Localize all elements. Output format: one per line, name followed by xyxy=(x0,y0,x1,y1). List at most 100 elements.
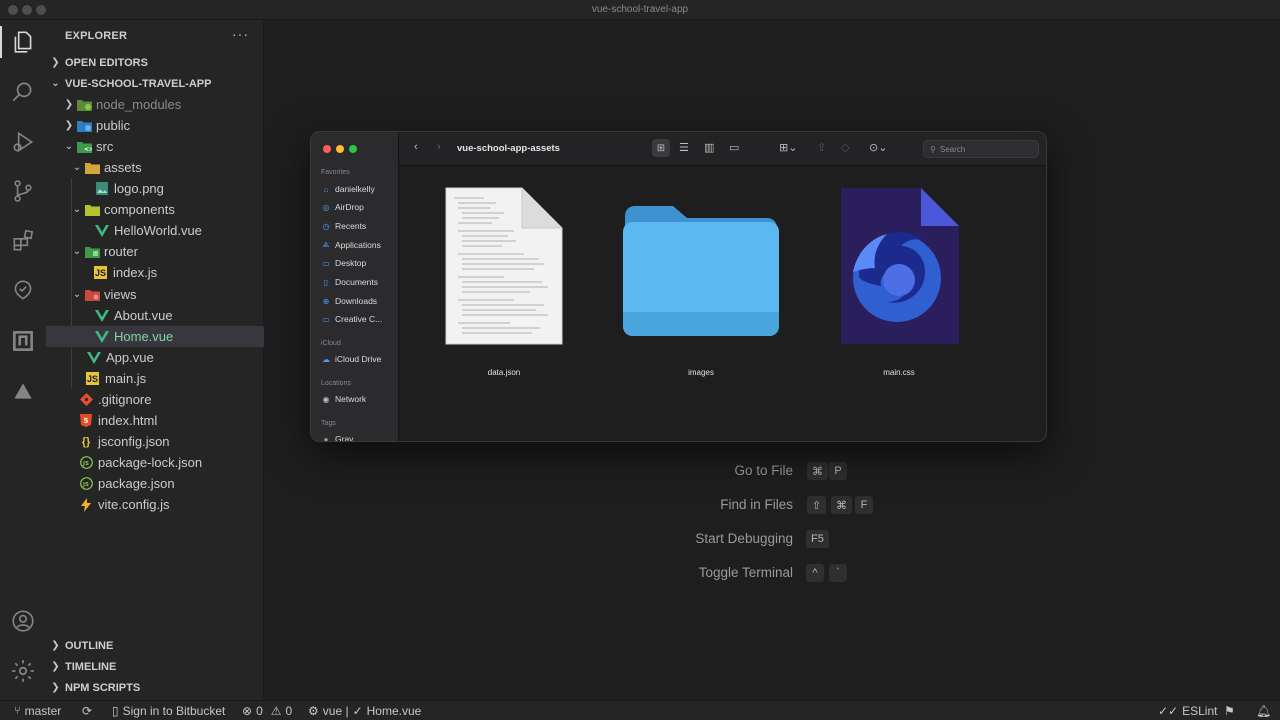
bitbucket-sign-in[interactable]: ▯ Sign in to Bitbucket xyxy=(112,704,225,718)
tree-item-components[interactable]: ⌄ components xyxy=(46,199,264,220)
finder-zoom-button[interactable] xyxy=(349,145,357,153)
timeline-section[interactable]: ❯ TIMELINE xyxy=(46,656,264,677)
tree-item-src[interactable]: ⌄ <> src xyxy=(46,136,264,157)
notifications-bell-icon[interactable]: 🔔︎ xyxy=(1256,704,1271,718)
run-debug-icon[interactable] xyxy=(0,122,46,162)
gallery-view-icon[interactable]: ▭ xyxy=(729,141,739,154)
eslint-indicator[interactable]: ✓✓ ESLint xyxy=(1158,704,1217,718)
column-view-icon[interactable]: ▥ xyxy=(704,141,714,154)
forward-chevron-icon[interactable]: › xyxy=(437,141,441,153)
vue-language-indicator[interactable]: ⚙ vue | ✓ Home.vue xyxy=(308,704,421,718)
tag-icon[interactable]: ◇ xyxy=(841,141,849,154)
npm-icon: JS xyxy=(78,476,94,492)
shortcut-key: ^ xyxy=(806,564,824,582)
chevron-down-icon: ⌄ xyxy=(51,78,60,89)
check-icon: ✓ xyxy=(352,704,363,718)
settings-gear-icon[interactable] xyxy=(0,651,46,691)
share-icon[interactable]: ⇪ xyxy=(817,141,826,154)
more-actions-icon[interactable]: ··· xyxy=(232,26,249,42)
folder-images[interactable] xyxy=(621,202,781,341)
tree-item-home-vue[interactable]: Home.vue xyxy=(46,326,264,347)
shortcut-key: ⇧ xyxy=(807,496,827,514)
tree-item-index-html[interactable]: 5 index.html xyxy=(46,410,264,431)
shortcut-start-debugging[interactable]: Start Debugging xyxy=(600,527,793,549)
finder-sidebar-tag-gray[interactable]: ● Gray xyxy=(321,431,397,441)
icon-view-icon[interactable]: ⊞ xyxy=(652,139,670,157)
tree-item-views[interactable]: ⌄ views xyxy=(46,284,264,305)
finder-sidebar-creative-cloud[interactable]: ▭ Creative C... xyxy=(321,311,397,327)
tree-item-public[interactable]: ❯ public xyxy=(46,115,264,136)
chevron-right-icon: ❯ xyxy=(51,661,60,672)
testing-icon[interactable] xyxy=(0,271,46,311)
shortcut-toggle-terminal[interactable]: Toggle Terminal xyxy=(600,561,793,583)
finder-sidebar-network[interactable]: ◉ Network xyxy=(321,391,397,407)
tree-item-router[interactable]: ⌄ router xyxy=(46,241,264,262)
svg-text:JS: JS xyxy=(82,482,89,488)
shortcut-go-to-file[interactable]: Go to File xyxy=(600,459,793,481)
tree-item-package-json[interactable]: JS package.json xyxy=(46,473,264,494)
file-name-label: main.css xyxy=(883,368,915,377)
remote-explorer-icon[interactable] xyxy=(0,321,46,361)
firefox-css-document-icon xyxy=(841,188,959,344)
tree-item-app-vue[interactable]: App.vue xyxy=(46,347,264,368)
svg-text:<>: <> xyxy=(84,146,92,153)
back-chevron-icon[interactable]: ‹ xyxy=(414,141,418,153)
problems-indicator[interactable]: ⊗ 0 ⚠ 0 xyxy=(242,704,292,718)
finder-search-field[interactable]: ⚲ Search xyxy=(923,140,1039,158)
tree-item-helloworld-vue[interactable]: HelloWorld.vue xyxy=(46,220,264,241)
finder-sidebar-airdrop[interactable]: ◎ AirDrop xyxy=(321,199,397,215)
open-editors-section[interactable]: ❯ OPEN EDITORS xyxy=(46,52,264,73)
image-file-icon xyxy=(94,181,110,197)
finder-sidebar-home[interactable]: ⌂ danielkelly xyxy=(321,181,397,197)
folder-src-icon: <> xyxy=(76,139,92,155)
deploy-icon[interactable] xyxy=(0,371,46,411)
finder-toolbar: ‹ › vue-school-app-assets ⊞ ☰ ▥ ▭ ⊞⌄ ⇪ ◇… xyxy=(399,132,1046,166)
title-bar: vue-school-travel-app xyxy=(0,0,1280,20)
finder-sidebar-documents[interactable]: ▯ Documents xyxy=(321,274,397,290)
outline-section[interactable]: ❯ OUTLINE xyxy=(46,635,264,656)
finder-sidebar-applications[interactable]: ⟁ Applications xyxy=(321,237,397,253)
tree-item-gitignore[interactable]: .gitignore xyxy=(46,389,264,410)
npm-scripts-section[interactable]: ❯ NPM SCRIPTS xyxy=(46,677,264,698)
search-icon: ⚲ xyxy=(930,144,936,154)
tree-item-node-modules[interactable]: ❯ node_modules xyxy=(46,94,264,115)
js-file-icon: JS xyxy=(86,372,99,385)
tree-item-jsconfig-json[interactable]: {} jsconfig.json xyxy=(46,431,264,452)
sync-icon[interactable]: ⟳ xyxy=(82,704,92,718)
more-actions-icon[interactable]: ⊙⌄ xyxy=(869,141,887,154)
finder-sidebar-icloud-drive[interactable]: ☁ iCloud Drive xyxy=(321,351,397,367)
git-branch-indicator[interactable]: ⑂ master xyxy=(14,704,61,718)
project-section[interactable]: ⌄ VUE-SCHOOL-TRAVEL-APP xyxy=(46,73,264,94)
tree-item-index-js[interactable]: JS index.js xyxy=(46,262,264,283)
list-view-icon[interactable]: ☰ xyxy=(679,141,689,154)
tree-item-about-vue[interactable]: About.vue xyxy=(46,305,264,326)
file-data-json[interactable] xyxy=(444,186,564,353)
shortcut-find-in-files[interactable]: Find in Files xyxy=(600,493,793,515)
feedback-icon[interactable]: ⚑ xyxy=(1224,704,1235,718)
favorites-caption: Favorites xyxy=(321,169,350,176)
explorer-icon[interactable] xyxy=(0,22,46,62)
vue-file-icon xyxy=(86,350,102,366)
finder-sidebar-recents[interactable]: ◷ Recents xyxy=(321,218,397,234)
finder-sidebar-desktop[interactable]: ▭ Desktop xyxy=(321,255,397,271)
tree-item-package-lock-json[interactable]: JS package-lock.json xyxy=(46,452,264,473)
tree-item-vite-config-js[interactable]: vite.config.js xyxy=(46,494,264,515)
finder-content: data.json images main.css xyxy=(399,166,1046,441)
tree-item-logo-png[interactable]: logo.png xyxy=(46,178,264,199)
shortcut-key: ` xyxy=(829,564,847,582)
tags-caption: Tags xyxy=(321,420,336,427)
search-icon[interactable] xyxy=(0,72,46,112)
finder-close-button[interactable] xyxy=(323,145,331,153)
source-control-icon[interactable] xyxy=(0,171,46,211)
accounts-icon[interactable] xyxy=(0,601,46,641)
tree-item-assets[interactable]: ⌄ assets xyxy=(46,157,264,178)
explorer-title: EXPLORER xyxy=(65,30,128,42)
finder-sidebar-downloads[interactable]: ⊕ Downloads xyxy=(321,293,397,309)
tree-item-main-js[interactable]: JS main.js xyxy=(46,368,264,389)
check-all-icon: ✓✓ xyxy=(1158,704,1179,718)
group-icon[interactable]: ⊞⌄ xyxy=(779,141,797,154)
finder-minimize-button[interactable] xyxy=(336,145,344,153)
extensions-icon[interactable] xyxy=(0,221,46,261)
file-main-css[interactable] xyxy=(839,186,961,351)
icloud-caption: iCloud xyxy=(321,340,341,347)
